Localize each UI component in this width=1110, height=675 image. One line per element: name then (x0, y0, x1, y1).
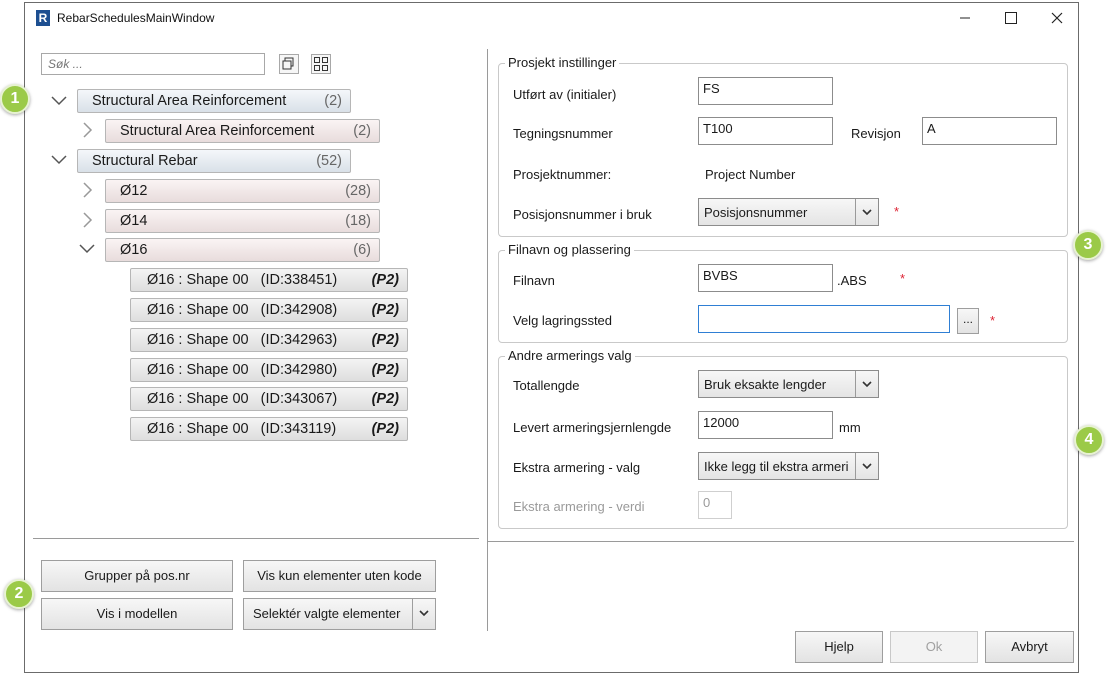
minimize-button[interactable] (942, 3, 988, 33)
show-in-model-button[interactable]: Vis i modellen (41, 598, 233, 630)
search-input[interactable] (41, 53, 265, 75)
panel-splitter[interactable] (487, 49, 488, 631)
callout-badge-3: 3 (1073, 230, 1103, 260)
storage-location-input[interactable] (698, 305, 950, 333)
help-button[interactable]: Hjelp (795, 631, 883, 663)
project-number-label: Prosjektnummer: (513, 167, 612, 182)
chevron-down-icon[interactable] (77, 239, 97, 259)
chevron-right-icon[interactable] (77, 120, 97, 140)
callout-badge-4: 4 (1074, 425, 1104, 455)
extra-value-label: Ekstra armering - verdi (513, 499, 645, 514)
tree-node-d16[interactable]: Ø16 (6) (105, 238, 380, 262)
position-number-label: Posisjonsnummer i bruk (513, 207, 652, 222)
tree-node-area-reinforcement-child[interactable]: Structural Area Reinforcement (2) (105, 119, 380, 143)
select-elements-dropdown[interactable] (412, 599, 435, 629)
dropdown-arrow (855, 199, 878, 225)
close-icon (1051, 12, 1063, 24)
project-settings-title: Prosjekt instillinger (505, 55, 620, 70)
select-elements-split-button[interactable]: Selektér valgte elementer (243, 598, 436, 630)
chevron-down-icon (862, 463, 872, 470)
expand-all-button[interactable] (311, 54, 331, 74)
tree-node-d14[interactable]: Ø14 (18) (105, 209, 380, 233)
chevron-down-icon[interactable] (49, 91, 69, 111)
filename-input[interactable]: BVBS (698, 264, 833, 292)
storage-location-label: Velg lagringssted (513, 313, 613, 328)
done-by-input[interactable]: FS (698, 77, 833, 105)
extra-choice-label: Ekstra armering - valg (513, 460, 641, 475)
revision-input[interactable]: A (922, 117, 1057, 145)
chevron-down-icon[interactable] (49, 150, 69, 170)
drawing-number-label: Tegningsnummer (513, 126, 613, 141)
copy-icon (282, 57, 294, 70)
delivered-length-label: Levert armeringsjernlengde (513, 420, 672, 435)
tree-leaf-343067[interactable]: Ø16 : Shape 00 (ID:343067) (P2) (130, 387, 408, 411)
grid-icon (314, 57, 328, 71)
maximize-button[interactable] (988, 3, 1034, 33)
required-mark: * (894, 204, 900, 219)
delivered-length-input[interactable]: 12000 (698, 411, 833, 439)
delivered-length-unit: mm (839, 420, 861, 435)
filename-label: Filnavn (513, 273, 555, 288)
extra-choice-select[interactable]: Ikke legg til ekstra armeri (698, 452, 879, 480)
project-number-value: Project Number (705, 167, 796, 182)
revision-label: Revisjon (851, 126, 901, 141)
tree-leaf-342908[interactable]: Ø16 : Shape 00 (ID:342908) (P2) (130, 298, 408, 322)
extra-value-input[interactable]: 0 (698, 491, 732, 519)
tree-node-structural-rebar[interactable]: Structural Rebar (52) (77, 149, 351, 173)
dropdown-arrow (855, 371, 878, 397)
close-button[interactable] (1034, 3, 1080, 33)
other-options-title: Andre armerings valg (505, 348, 635, 363)
collapse-all-button[interactable] (279, 54, 299, 74)
maximize-icon (1005, 12, 1017, 25)
chevron-down-icon (419, 610, 429, 617)
chevron-right-icon[interactable] (77, 180, 97, 200)
done-by-label: Utført av (initialer) (513, 87, 617, 102)
cancel-button[interactable]: Avbryt (985, 631, 1074, 663)
total-length-label: Totallengde (513, 378, 580, 393)
show-no-code-button[interactable]: Vis kun elementer uten kode (243, 560, 436, 592)
tree-leaf-338451[interactable]: Ø16 : Shape 00 (ID:338451) (P2) (130, 268, 408, 292)
app-icon: R (36, 10, 50, 26)
tree-node-d12[interactable]: Ø12 (28) (105, 179, 380, 203)
minimize-icon (960, 17, 970, 19)
chevron-right-icon[interactable] (77, 210, 97, 230)
file-extension: .ABS (837, 273, 867, 288)
tree-node-area-reinforcement[interactable]: Structural Area Reinforcement (2) (77, 89, 351, 113)
required-mark: * (990, 313, 996, 328)
tree-leaf-342980[interactable]: Ø16 : Shape 00 (ID:342980) (P2) (130, 358, 408, 382)
left-divider (33, 538, 479, 539)
chevron-down-icon (862, 381, 872, 388)
dropdown-arrow (855, 453, 878, 479)
group-by-pos-button[interactable]: Grupper på pos.nr (41, 560, 233, 592)
tree-leaf-343119[interactable]: Ø16 : Shape 00 (ID:343119) (P2) (130, 417, 408, 441)
browse-button[interactable]: ... (957, 308, 979, 334)
required-mark: * (900, 271, 906, 286)
position-number-select[interactable]: Posisjonsnummer (698, 198, 879, 226)
callout-badge-1: 1 (0, 84, 30, 114)
chevron-down-icon (862, 209, 872, 216)
title-bar: R RebarSchedulesMainWindow (25, 3, 1078, 33)
file-group-title: Filnavn og plassering (505, 242, 634, 257)
drawing-number-input[interactable]: T100 (698, 117, 833, 145)
callout-badge-2: 2 (4, 579, 34, 609)
total-length-select[interactable]: Bruk eksakte lengder (698, 370, 879, 398)
right-divider (488, 541, 1074, 542)
main-window: R RebarSchedulesMainWindow Structural Ar… (24, 2, 1079, 673)
window-title: RebarSchedulesMainWindow (57, 11, 215, 25)
ok-button[interactable]: Ok (890, 631, 978, 663)
select-elements-label: Selektér valgte elementer (253, 606, 401, 621)
tree-leaf-342963[interactable]: Ø16 : Shape 00 (ID:342963) (P2) (130, 328, 408, 352)
